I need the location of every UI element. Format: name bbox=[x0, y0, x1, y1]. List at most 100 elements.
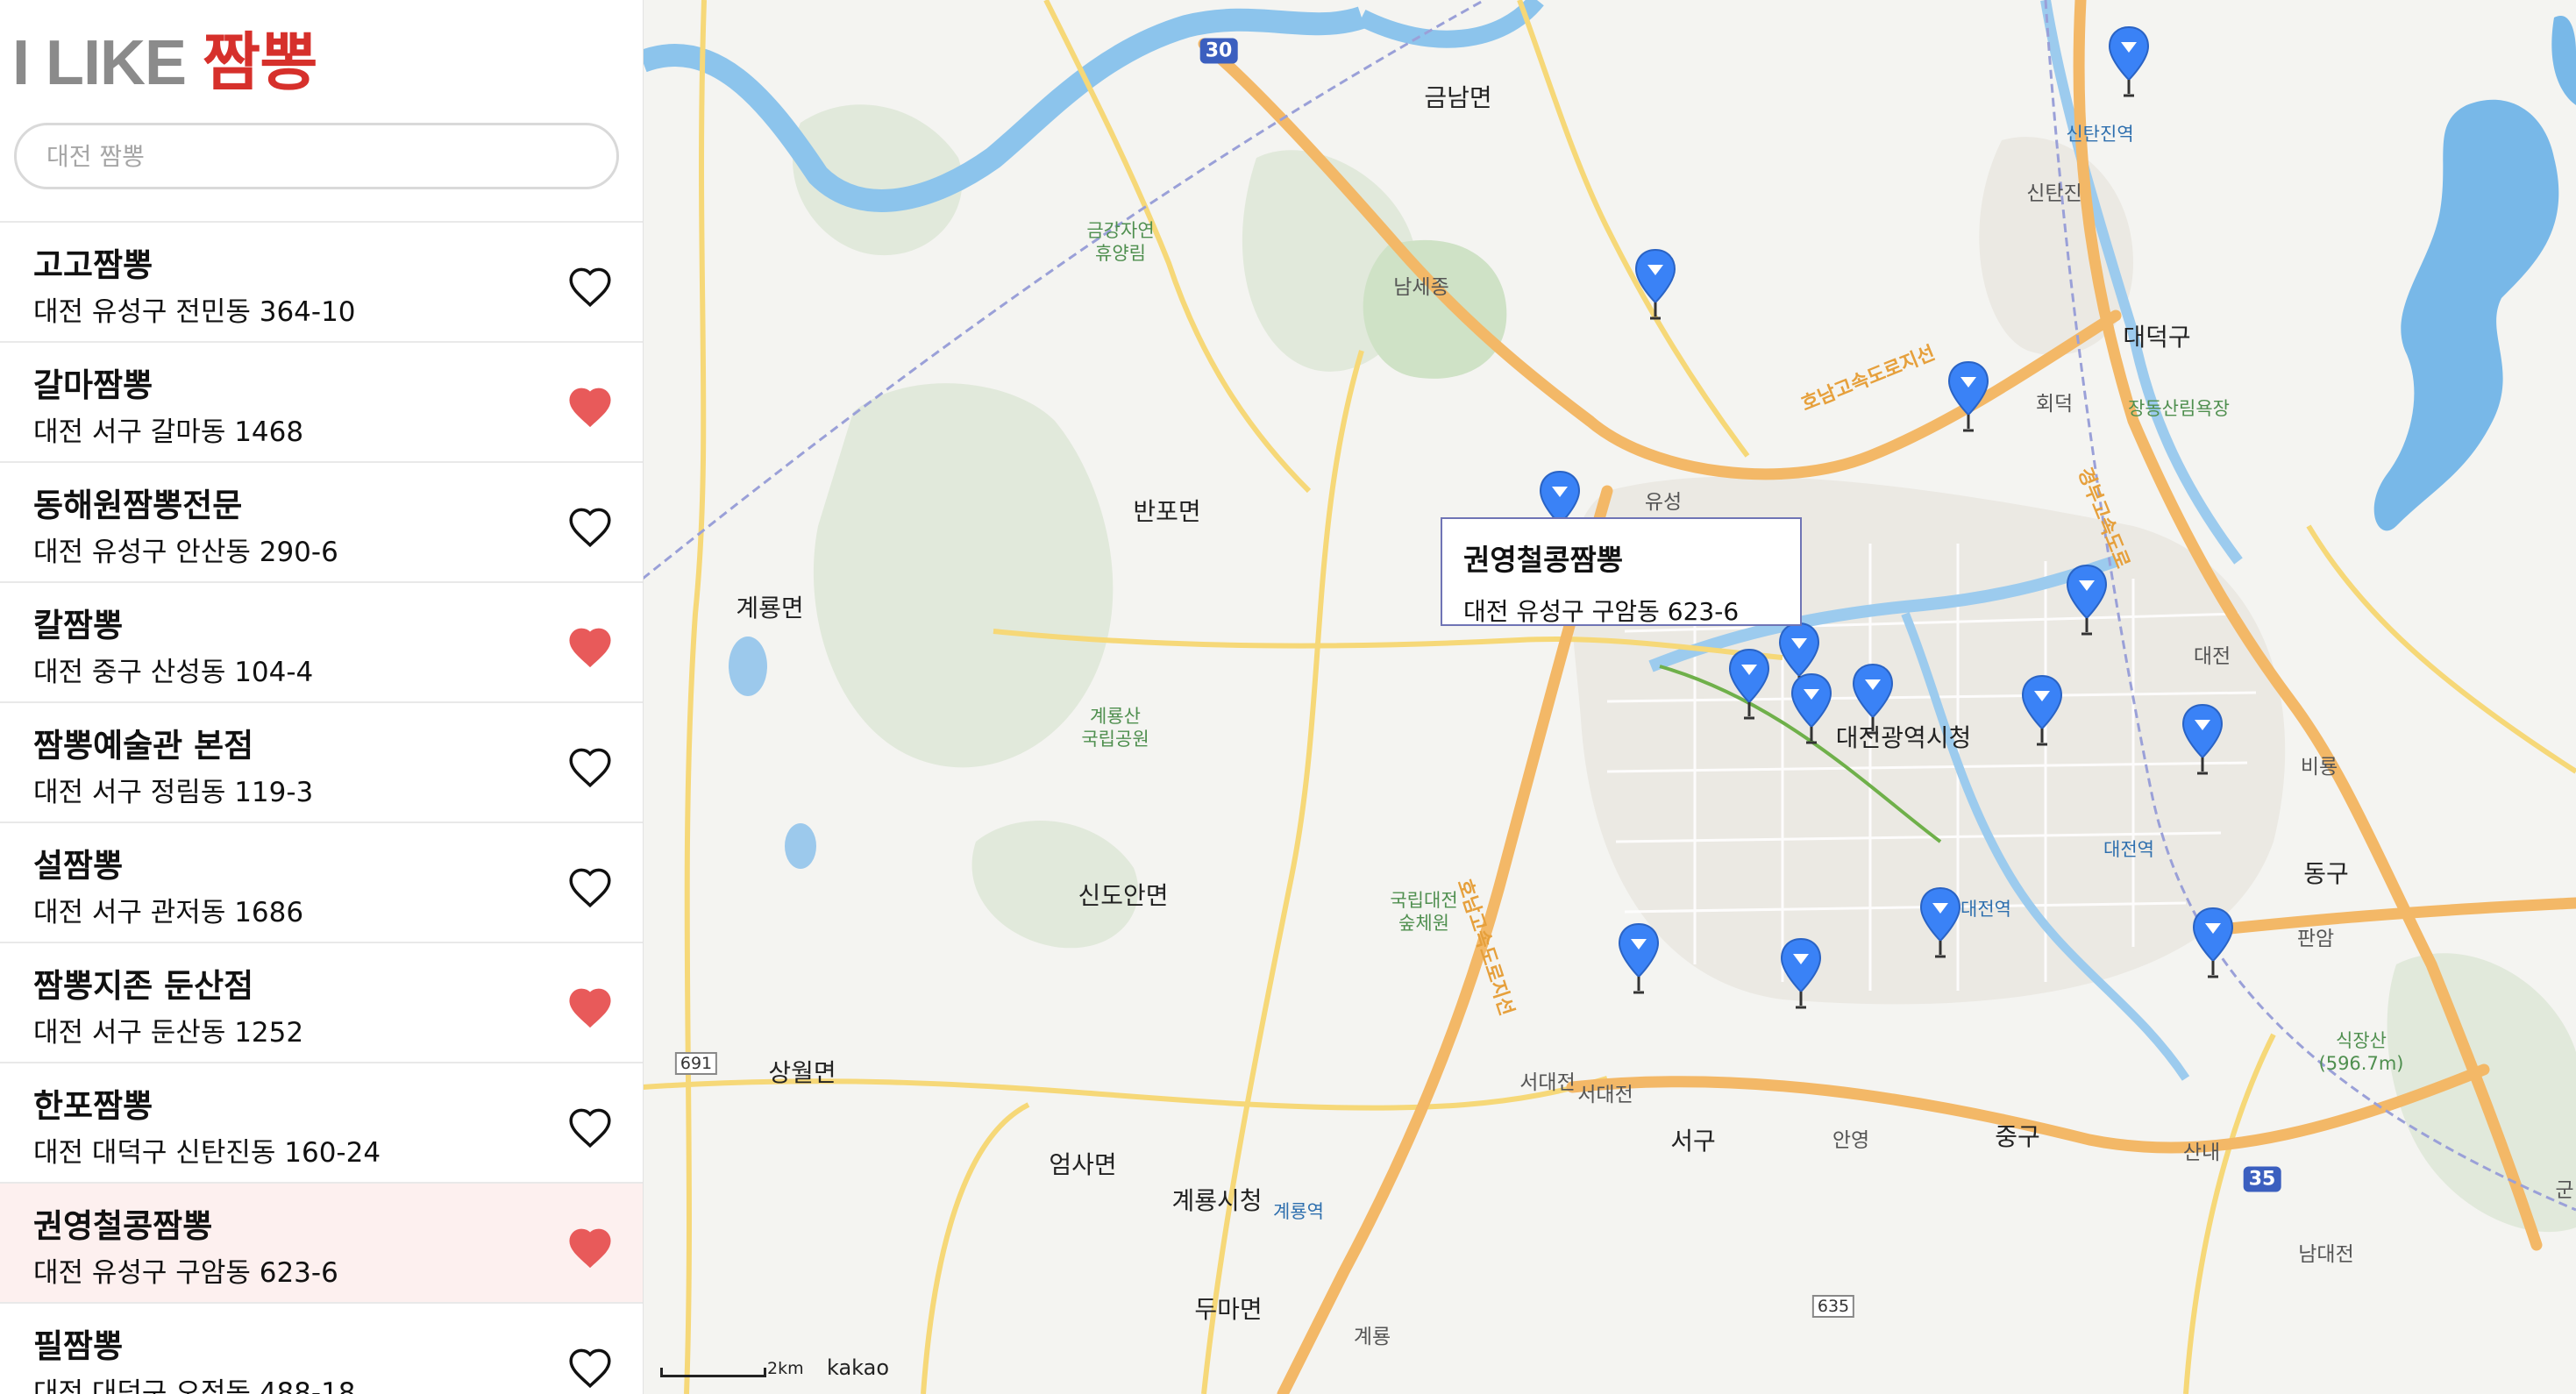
map-marker[interactable] bbox=[2020, 674, 2064, 748]
place-label: 계룡면 bbox=[736, 594, 804, 622]
road-shield: 635 bbox=[1811, 1295, 1855, 1318]
sidebar: I LIKE 짬뽕 고고짬뽕대전 유성구 전민동 364-10갈마짬뽕대전 서구… bbox=[0, 0, 644, 1394]
place-label: 엄사면 bbox=[1049, 1150, 1117, 1179]
place-label: 군 bbox=[2555, 1179, 2574, 1202]
restaurant-item[interactable]: 설짬뽕대전 서구 관저동 1686 bbox=[0, 821, 643, 942]
heart-outline-icon bbox=[569, 508, 611, 547]
favorite-toggle[interactable] bbox=[561, 1222, 619, 1275]
map-pin-icon bbox=[1780, 937, 1822, 1009]
favorite-toggle[interactable] bbox=[561, 742, 619, 794]
map-marker[interactable] bbox=[2107, 25, 2151, 99]
search-input[interactable] bbox=[14, 123, 619, 189]
restaurant-item[interactable]: 고고짬뽕 대전 유성구 전민동 364-10 bbox=[0, 221, 643, 341]
restaurant-name: 동해원짬뽕전문 bbox=[33, 487, 243, 524]
place-label: 서구 bbox=[1670, 1127, 1716, 1156]
place-label: 서대전 bbox=[1519, 1071, 1576, 1094]
place-label: 유성 bbox=[1644, 491, 1683, 514]
restaurant-item[interactable]: 권영철콩짬뽕대전 유성구 구암동 623-6 bbox=[0, 1182, 643, 1302]
heart-outline-icon bbox=[569, 748, 611, 787]
park-label: 계룡산 국립공원 bbox=[1081, 706, 1149, 750]
favorite-toggle[interactable] bbox=[561, 261, 619, 314]
restaurant-item[interactable]: 짬뽕예술관 본점대전 서구 정림동 119-3 bbox=[0, 701, 643, 821]
map-pin-icon bbox=[1852, 663, 1894, 735]
restaurant-address: 대전 유성구 구암동 623-6 bbox=[33, 1257, 338, 1289]
map-marker[interactable] bbox=[1617, 922, 1661, 996]
place-label: 계룡시청 bbox=[1171, 1186, 1263, 1215]
favorite-toggle[interactable] bbox=[561, 982, 619, 1035]
road-shield: 30 bbox=[1199, 38, 1238, 64]
tooltip-address: 대전 유성구 구암동 623-6 bbox=[1463, 597, 1740, 626]
map-canvas bbox=[643, 0, 2576, 1394]
place-label: 서대전 bbox=[1577, 1084, 1633, 1106]
place-label: 대전역 bbox=[2103, 839, 2154, 860]
station-label: 대전역 bbox=[1960, 899, 2011, 920]
restaurant-name: 필짬뽕 bbox=[33, 1327, 124, 1365]
park-label: 식장산 (596.7m) bbox=[2318, 1030, 2404, 1074]
place-label: 신도안면 bbox=[1078, 881, 1169, 910]
restaurant-name: 한포짬뽕 bbox=[33, 1087, 153, 1125]
restaurant-name: 고고짬뽕 bbox=[33, 246, 153, 284]
station-label: 계룡역 bbox=[1273, 1201, 1324, 1222]
map-pin-icon bbox=[1618, 922, 1660, 994]
place-label: 중구 bbox=[1995, 1122, 2040, 1151]
map-pin-icon bbox=[2108, 25, 2150, 97]
map-marker[interactable] bbox=[2181, 703, 2224, 777]
map[interactable]: 금남면 반포면 계룡면 신도안면 상월면 엄사면 두마면 대덕구 유성 서구 중… bbox=[643, 0, 2576, 1394]
map-pin-icon bbox=[1790, 672, 1832, 744]
restaurant-address: 대전 서구 갈마동 1468 bbox=[33, 416, 304, 448]
favorite-toggle[interactable] bbox=[561, 1342, 619, 1394]
map-pin-icon bbox=[1728, 648, 1770, 720]
place-label: 대덕구 bbox=[2123, 323, 2191, 352]
restaurant-address: 대전 대덕구 신탄진동 160-24 bbox=[33, 1137, 381, 1169]
map-pin-icon bbox=[1634, 248, 1676, 320]
map-pin-icon bbox=[2181, 703, 2224, 775]
restaurant-name: 갈마짬뽕 bbox=[33, 366, 153, 404]
tooltip-name: 권영철콩짬뽕 bbox=[1463, 543, 1624, 577]
map-marker[interactable] bbox=[2065, 564, 2109, 637]
restaurant-item[interactable]: 한포짬뽕대전 대덕구 신탄진동 160-24 bbox=[0, 1062, 643, 1182]
place-label: 남대전 bbox=[2298, 1243, 2354, 1266]
restaurant-name: 권영철콩짬뽕 bbox=[33, 1207, 213, 1245]
place-label: 회덕 bbox=[2035, 393, 2074, 416]
restaurant-address: 대전 중구 산성동 104-4 bbox=[33, 657, 314, 688]
title-highlight: 짬뽕 bbox=[203, 28, 317, 98]
road-shield: 35 bbox=[2243, 1166, 2281, 1192]
place-label: 남세종 bbox=[1393, 276, 1449, 299]
map-marker[interactable] bbox=[1727, 648, 1771, 722]
favorite-toggle[interactable] bbox=[561, 862, 619, 914]
favorite-toggle[interactable] bbox=[561, 501, 619, 554]
heart-outline-icon bbox=[569, 267, 611, 307]
map-pin-icon bbox=[2066, 564, 2108, 636]
heart-outline-icon bbox=[569, 868, 611, 907]
map-marker[interactable] bbox=[2191, 907, 2235, 980]
restaurant-name: 설짬뽕 bbox=[33, 847, 124, 885]
map-pin-icon bbox=[2192, 907, 2234, 978]
scale-bar bbox=[660, 1368, 766, 1377]
place-label: 산내 bbox=[2182, 1142, 2221, 1164]
favorite-toggle[interactable] bbox=[561, 622, 619, 674]
app-title: I LIKE 짬뽕 bbox=[12, 19, 318, 107]
place-label: 신탄진 bbox=[2026, 182, 2082, 205]
favorite-toggle[interactable] bbox=[561, 1102, 619, 1155]
favorite-toggle[interactable] bbox=[561, 381, 619, 434]
restaurant-name: 짬뽕예술관 본점 bbox=[33, 727, 254, 765]
map-marker[interactable] bbox=[1779, 937, 1823, 1011]
restaurant-address: 대전 서구 둔산동 1252 bbox=[33, 1017, 304, 1049]
map-marker[interactable] bbox=[1851, 663, 1895, 736]
heart-filled-icon bbox=[569, 988, 611, 1028]
map-provider: kakao bbox=[827, 1355, 890, 1380]
restaurant-item[interactable]: 짬뽕지존 둔산점 대전 서구 둔산동 1252 bbox=[0, 942, 643, 1062]
restaurant-address: 대전 서구 정림동 119-3 bbox=[33, 777, 314, 808]
map-marker[interactable] bbox=[1790, 672, 1833, 746]
map-tooltip: 권영철콩짬뽕 대전 유성구 구암동 623-6 bbox=[1441, 517, 1802, 626]
map-marker[interactable] bbox=[1946, 360, 1990, 434]
map-marker[interactable] bbox=[1633, 248, 1677, 322]
restaurant-item[interactable]: 동해원짬뽕전문 대전 유성구 안산동 290-6 bbox=[0, 461, 643, 581]
restaurant-item[interactable]: 칼짬뽕 대전 중구 산성동 104-4 bbox=[0, 581, 643, 701]
place-label: 상월면 bbox=[768, 1058, 836, 1087]
restaurant-list: 고고짬뽕 대전 유성구 전민동 364-10 갈마짬뽕 대전 서구 갈마동 1468 동… bbox=[0, 221, 643, 1394]
restaurant-item[interactable]: 필짬뽕 대전 대덕구 오정동 488-18 bbox=[0, 1302, 643, 1394]
restaurant-item[interactable]: 갈마짬뽕대전 서구 갈마동 1468 bbox=[0, 341, 643, 461]
map-marker[interactable] bbox=[1918, 886, 1962, 960]
restaurant-address: 대전 서구 관저동 1686 bbox=[33, 897, 304, 928]
